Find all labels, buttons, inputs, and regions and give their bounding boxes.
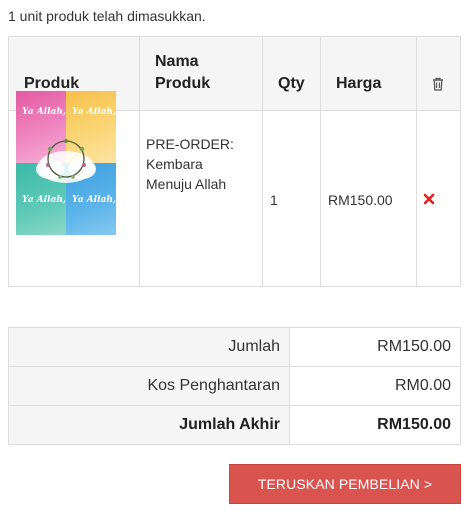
added-to-cart-notice: 1 unit produk telah dimasukkan. [8,8,206,24]
thumbnail-title-4: Ya Allah, [72,195,116,205]
header-product-name-line1: Nama [155,53,199,70]
trash-icon [432,77,444,94]
product-name-line: PRE-ORDER: [146,136,234,152]
totals-value: RM150.00 [377,338,451,355]
cart-totals: Jumlah RM150.00 Kos Penghantaran RM0.00 … [8,327,461,445]
product-name-line: Kembara [146,156,203,172]
header-qty: Qty [278,75,305,92]
product-name-line: Menuju Allah [146,176,227,192]
header-product-name: Nama Produk [155,51,210,95]
checkout-button[interactable]: TERUSKAN PEMBELIAN > [229,464,461,504]
totals-row-shipping: Kos Penghantaran RM0.00 [9,367,460,406]
close-icon[interactable] [423,192,435,205]
thumbnail-title-2: Ya Allah, [72,107,116,117]
totals-row-subtotal: Jumlah RM150.00 [9,328,460,367]
header-price: Harga [336,75,382,92]
header-product-name-line2: Produk [155,75,211,92]
product-qty: 1 [270,192,278,208]
totals-row-grand-total: Jumlah Akhir RM150.00 [9,406,460,445]
thumbnail-title-3: Ya Allah, [22,195,67,205]
thumbnail-title-1: Ya Allah, [22,107,67,117]
product-name-link[interactable]: PRE-ORDER: Kembara Menuju Allah [146,134,246,194]
totals-value: RM150.00 [377,416,451,433]
totals-label: Jumlah Akhir [9,406,290,444]
totals-label: Kos Penghantaran [9,367,290,405]
product-price: RM150.00 [328,192,393,208]
product-thumbnail[interactable]: Ya Allah, Ya Allah, Ya Allah, Ya Allah, [16,91,116,235]
wreath-illustration [36,139,96,183]
totals-value: RM0.00 [394,377,451,394]
totals-label: Jumlah [9,328,290,366]
